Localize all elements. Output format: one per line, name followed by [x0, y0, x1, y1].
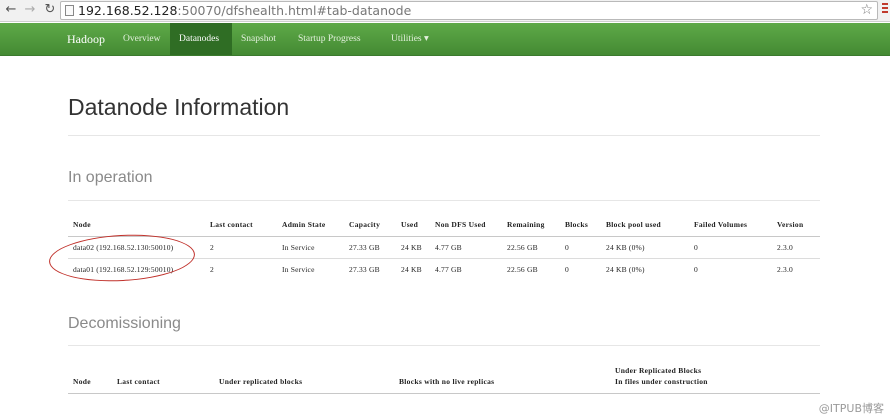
cell-blocks: 0 — [565, 243, 569, 252]
cell-admin-state: In Service — [282, 265, 315, 274]
url-path: :50070/dfshealth.html#tab-datanode — [177, 3, 412, 18]
cell-failed-volumes: 0 — [694, 243, 698, 252]
reload-icon[interactable]: ↻ — [43, 3, 57, 17]
col-last-contact: Last contact — [210, 220, 253, 229]
cell-remaining: 22.56 GB — [507, 243, 538, 252]
cell-failed-volumes: 0 — [694, 265, 698, 274]
cell-last-contact: 2 — [210, 243, 214, 252]
col-last-contact: Last contact — [117, 377, 160, 386]
header-row-divider — [68, 393, 820, 394]
nav-snapshot[interactable]: Snapshot — [232, 23, 285, 55]
nav-startup-progress[interactable]: Startup Progress — [289, 23, 370, 55]
col-under-replicated-header: Under Replicated Blocks — [615, 366, 702, 375]
cell-block-pool-used: 24 KB (0%) — [606, 265, 645, 274]
cell-used: 24 KB — [401, 243, 422, 252]
cell-admin-state: In Service — [282, 243, 315, 252]
browser-menu-icon[interactable] — [882, 3, 888, 17]
nav-utilities-dropdown[interactable]: Utilities ▾ — [382, 23, 438, 55]
decommissioning-heading: Decomissioning — [68, 315, 181, 332]
in-operation-heading: In operation — [68, 169, 153, 186]
col-capacity: Capacity — [349, 220, 381, 229]
page-title: Datanode Information — [68, 94, 290, 120]
back-arrow-icon[interactable]: ← — [4, 3, 18, 17]
col-blocks: Blocks — [565, 220, 589, 229]
url-host: 192.168.52.128 — [78, 3, 178, 18]
url-text[interactable]: 192.168.52.128:50070/dfshealth.html#tab-… — [78, 3, 411, 19]
col-node: Node — [73, 220, 91, 229]
address-bar[interactable]: 192.168.52.128:50070/dfshealth.html#tab-… — [60, 1, 878, 20]
cell-version: 2.3.0 — [777, 243, 793, 252]
cell-version: 2.3.0 — [777, 265, 793, 274]
col-under-replicated-blocks: Under replicated blocks — [219, 377, 303, 386]
bookmark-star-icon[interactable]: ☆ — [860, 2, 873, 19]
cell-remaining: 22.56 GB — [507, 265, 538, 274]
nav-overview[interactable]: Overview — [114, 23, 169, 55]
watermark-text: @ITPUB博客 — [818, 402, 884, 415]
col-non-dfs-used: Non DFS Used — [435, 220, 486, 229]
cell-used: 24 KB — [401, 265, 422, 274]
in-operation-divider — [68, 200, 820, 201]
col-remaining: Remaining — [507, 220, 545, 229]
cell-last-contact: 2 — [210, 265, 214, 274]
red-circle-annotation — [47, 231, 197, 285]
forward-arrow-icon[interactable]: → — [23, 3, 37, 17]
cell-non-dfs-used: 4.77 GB — [435, 243, 462, 252]
title-divider — [68, 135, 820, 136]
col-used: Used — [401, 220, 419, 229]
col-failed-volumes: Failed Volumes — [694, 220, 748, 229]
header-row-divider — [68, 236, 820, 237]
cell-block-pool-used: 24 KB (0%) — [606, 243, 645, 252]
cell-non-dfs-used: 4.77 GB — [435, 265, 462, 274]
col-version: Version — [777, 220, 804, 229]
decommissioning-divider — [68, 345, 820, 346]
nav-datanodes[interactable]: Datanodes — [170, 23, 232, 55]
col-node: Node — [73, 377, 91, 386]
cell-blocks: 0 — [565, 265, 569, 274]
col-admin-state: Admin State — [282, 220, 326, 229]
browser-toolbar: ← → ↻ 192.168.52.128:50070/dfshealth.htm… — [0, 0, 890, 22]
cell-capacity: 27.33 GB — [349, 243, 380, 252]
cell-capacity: 27.33 GB — [349, 265, 380, 274]
navbar: Hadoop Overview Datanodes Snapshot Start… — [0, 23, 890, 56]
col-block-pool-used: Block pool used — [606, 220, 661, 229]
col-files-under-construction: In files under construction — [615, 377, 708, 386]
brand-logo[interactable]: Hadoop — [67, 32, 105, 47]
col-blocks-no-live-replicas: Blocks with no live replicas — [399, 377, 495, 386]
page-icon — [65, 5, 74, 16]
